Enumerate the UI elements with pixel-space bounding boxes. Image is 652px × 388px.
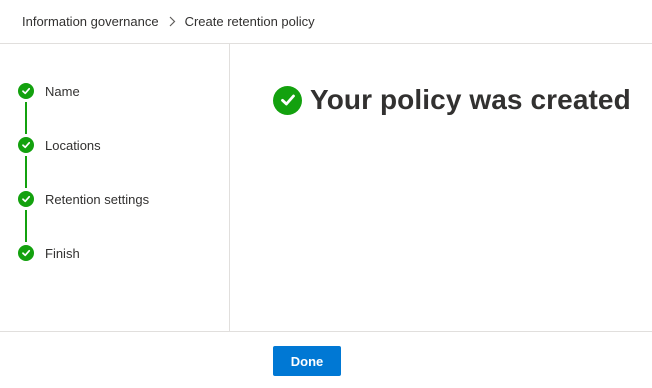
breadcrumb-item-information-governance[interactable]: Information governance — [22, 14, 159, 29]
wizard-step-retention-settings[interactable]: Retention settings — [18, 190, 149, 208]
step-connector — [25, 156, 27, 188]
checkmark-circle-icon — [18, 191, 34, 207]
checkmark-circle-icon — [18, 83, 34, 99]
chevron-right-icon — [168, 16, 176, 27]
wizard-step-name[interactable]: Name — [18, 82, 80, 100]
wizard-step-label: Locations — [45, 137, 101, 153]
wizard-step-locations[interactable]: Locations — [18, 136, 101, 154]
checkmark-circle-icon — [18, 137, 34, 153]
checkmark-circle-icon — [18, 245, 34, 261]
wizard-step-finish[interactable]: Finish — [18, 244, 80, 262]
step-connector — [25, 102, 27, 134]
breadcrumb-item-create-retention-policy: Create retention policy — [184, 14, 315, 29]
done-button[interactable]: Done — [273, 346, 341, 376]
checkmark-circle-icon — [273, 85, 302, 115]
footer: Done — [0, 331, 652, 388]
step-connector — [25, 210, 27, 242]
breadcrumb: Information governance Create retention … — [0, 0, 652, 44]
wizard-step-label: Name — [45, 83, 80, 99]
main-content: Your policy was created — [231, 44, 652, 331]
wizard-step-label: Retention settings — [45, 191, 150, 207]
wizard-steps-panel: Name Locations Retention settings Finish — [0, 44, 230, 331]
success-heading: Your policy was created — [273, 84, 631, 116]
retention-policy-wizard: Information governance Create retention … — [0, 0, 652, 388]
wizard-step-label: Finish — [45, 245, 80, 261]
page-title: Your policy was created — [310, 84, 631, 115]
